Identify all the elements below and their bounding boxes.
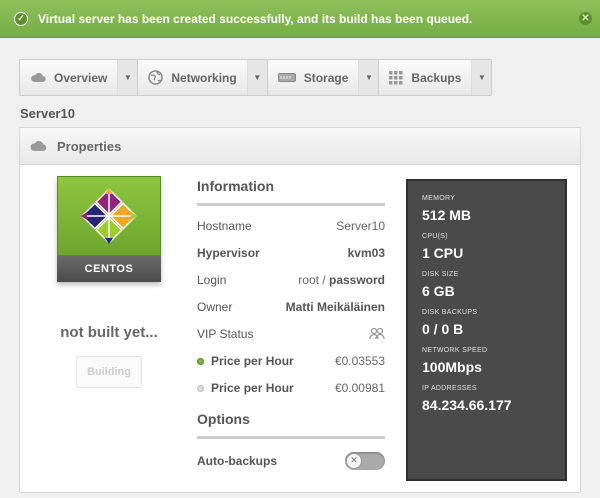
price-row-on: Price per Hour €0.03553 <box>197 347 385 374</box>
hypervisor-value: kvm03 <box>347 245 385 260</box>
tab-label: Networking <box>171 70 237 85</box>
notification-message: Virtual server has been created successf… <box>38 11 473 26</box>
vip-row: VIP Status <box>197 320 385 347</box>
options-section: Options Auto-backups ✕ <box>197 411 385 474</box>
triangle-down-icon: ▼ <box>477 73 486 82</box>
information-section: Information Hostname Server10 Hypervisor… <box>197 178 385 474</box>
success-notification: ✓ Virtual server has been created succes… <box>0 0 600 38</box>
panel-header: Properties <box>20 128 580 165</box>
server-tabs: Overview ▼ Networking ▼ Storage ▼ Backup… <box>19 59 493 96</box>
tab-storage-dropdown[interactable]: ▼ <box>358 60 379 95</box>
grid-icon <box>389 70 403 84</box>
price-off-value: €0.00981 <box>334 380 385 395</box>
vip-icon <box>369 327 385 340</box>
panel-title: Properties <box>57 138 122 154</box>
tab-backups: Backups ▼ <box>379 60 492 95</box>
hostname-row: Hostname Server10 <box>197 212 385 239</box>
tab-label: Overview <box>54 70 108 85</box>
ip-value: 84.234.66.177 <box>422 397 512 413</box>
price-on-label: Price per Hour <box>197 354 294 368</box>
price-on-value: €0.03553 <box>334 353 385 368</box>
disk-icon <box>277 73 296 82</box>
build-status: not built yet... <box>60 324 158 341</box>
memory-label: MEMORY <box>422 195 456 202</box>
triangle-down-icon: ▼ <box>253 73 262 82</box>
centos-icon <box>57 176 161 256</box>
backups-value: 0 / 0 B <box>422 321 464 337</box>
tab-overview-dropdown[interactable]: ▼ <box>117 60 138 95</box>
options-title: Options <box>197 411 385 439</box>
tab-networking-dropdown[interactable]: ▼ <box>246 60 267 95</box>
tab-backups-button[interactable]: Backups <box>379 60 471 95</box>
speed-value: 100Mbps <box>422 359 482 375</box>
login-password[interactable]: password <box>329 273 385 287</box>
backups-label: DISK BACKUPS <box>422 309 478 316</box>
login-row: Login root / password <box>197 266 385 293</box>
ip-label: IP ADDRESSES <box>422 385 477 392</box>
backups-stat: DISK BACKUPS 0 / 0 B <box>422 309 551 337</box>
tab-label: Storage <box>303 70 349 85</box>
tab-networking-button[interactable]: Networking <box>138 60 246 95</box>
tab-overview-button[interactable]: Overview <box>20 60 117 95</box>
disk-label: DISK SIZE <box>422 271 459 278</box>
price-off-text: Price per Hour <box>211 380 294 395</box>
status-off-icon <box>197 384 204 392</box>
tab-label: Backups <box>411 70 462 85</box>
login-value: root / password <box>298 273 385 287</box>
resource-stats: MEMORY 512 MB CPU(S) 1 CPU DISK SIZE 6 G… <box>406 179 567 481</box>
triangle-down-icon: ▼ <box>364 73 373 82</box>
cpu-stat: CPU(S) 1 CPU <box>422 233 551 261</box>
ip-stat: IP ADDRESSES 84.234.66.177 <box>422 385 551 413</box>
tab-networking: Networking ▼ <box>138 60 268 95</box>
cpu-value: 1 CPU <box>422 245 464 261</box>
auto-backups-row: Auto-backups ✕ <box>197 447 385 474</box>
tab-storage: Storage ▼ <box>268 60 380 95</box>
triangle-down-icon: ▼ <box>123 73 132 82</box>
page-title: Server10 <box>20 106 75 121</box>
status-on-icon <box>197 357 204 365</box>
price-on-text: Price per Hour <box>211 353 294 368</box>
hostname-value: Server10 <box>336 218 385 233</box>
speed-label: NETWORK SPEED <box>422 347 488 354</box>
hypervisor-row: Hypervisor kvm03 <box>197 239 385 266</box>
owner-label: Owner <box>197 299 233 314</box>
vip-label: VIP Status <box>197 326 254 341</box>
information-title: Information <box>197 178 385 206</box>
close-icon: ✕ <box>346 452 362 469</box>
hostname-label: Hostname <box>197 218 252 233</box>
login-user: root / <box>298 272 326 287</box>
memory-value: 512 MB <box>422 207 472 223</box>
globe-icon <box>148 70 164 85</box>
os-logo: CENTOS <box>57 176 161 282</box>
os-name: CENTOS <box>57 256 161 282</box>
hypervisor-label: Hypervisor <box>197 245 260 260</box>
tab-storage-button[interactable]: Storage <box>268 60 359 95</box>
auto-backups-label: Auto-backups <box>197 453 278 468</box>
building-button[interactable]: Building <box>76 356 142 388</box>
tab-backups-dropdown[interactable]: ▼ <box>471 60 492 95</box>
cloud-icon <box>31 72 46 83</box>
price-off-label: Price per Hour <box>197 381 294 395</box>
tab-overview: Overview ▼ <box>20 60 139 95</box>
cpu-label: CPU(S) <box>422 233 448 240</box>
disk-value: 6 GB <box>422 283 455 299</box>
speed-stat: NETWORK SPEED 100Mbps <box>422 347 551 375</box>
check-icon: ✓ <box>14 11 28 26</box>
close-icon[interactable]: ✕ <box>579 12 592 25</box>
owner-value[interactable]: Matti Meikäläinen <box>286 300 385 314</box>
properties-panel: Properties CENTOS not built yet... Build… <box>19 127 581 493</box>
owner-row: Owner Matti Meikäläinen <box>197 293 385 320</box>
price-row-off: Price per Hour €0.00981 <box>197 374 385 401</box>
disk-stat: DISK SIZE 6 GB <box>422 271 551 299</box>
auto-backups-toggle[interactable]: ✕ <box>345 451 385 470</box>
memory-stat: MEMORY 512 MB <box>422 195 551 223</box>
cloud-icon <box>30 141 47 151</box>
login-label: Login <box>197 272 227 287</box>
